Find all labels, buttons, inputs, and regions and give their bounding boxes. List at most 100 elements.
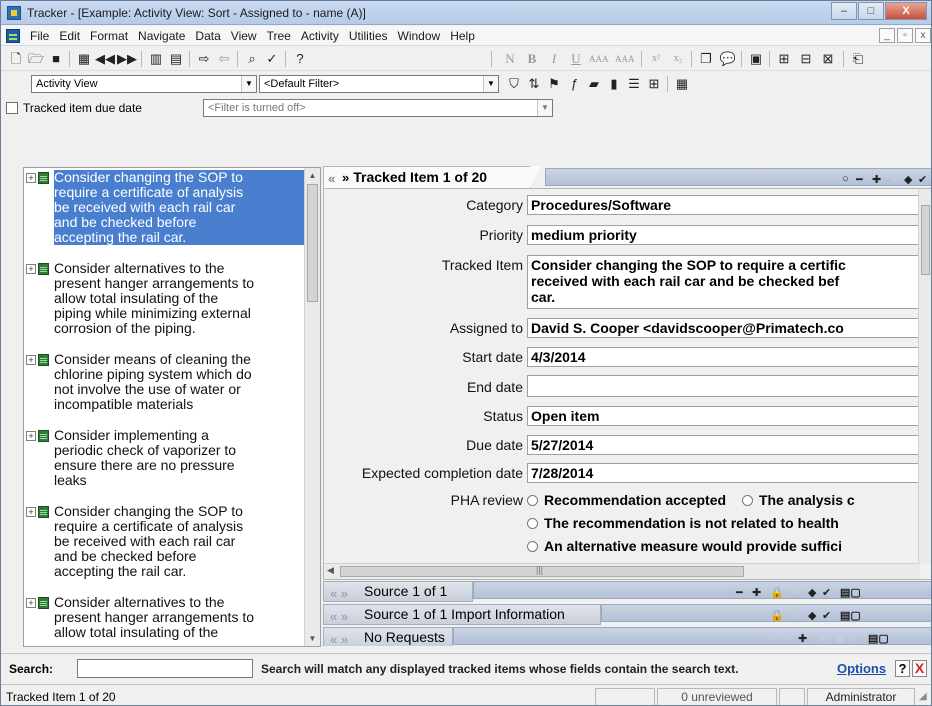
child-close-button[interactable]: x bbox=[915, 28, 931, 43]
detail-scroll-thumb[interactable] bbox=[921, 205, 930, 275]
chevron-down-icon[interactable]: ▼ bbox=[483, 76, 498, 92]
diamond-icon[interactable]: ◆ bbox=[836, 632, 844, 645]
tree-scrollbar[interactable]: ▲ ▼ bbox=[304, 168, 320, 646]
priority-field[interactable]: medium priority bbox=[527, 225, 927, 245]
expand-icon[interactable]: + bbox=[26, 264, 36, 274]
help-pointer-icon[interactable]: ? bbox=[291, 50, 309, 68]
tree-view-icon[interactable]: ▦ bbox=[75, 50, 93, 68]
add-icon[interactable]: ✚ bbox=[872, 173, 881, 186]
expand-icon[interactable]: + bbox=[26, 598, 36, 608]
superscript-icon[interactable]: x² bbox=[647, 50, 665, 68]
menu-tree[interactable]: Tree bbox=[262, 29, 296, 43]
spell-check-icon[interactable]: ✓ bbox=[263, 50, 281, 68]
export-icon[interactable]: ⎗ bbox=[849, 50, 867, 68]
grid-icon[interactable]: ⊞ bbox=[645, 75, 663, 93]
lock-icon[interactable]: 🔒 bbox=[770, 586, 784, 599]
remove-icon[interactable]: ━ bbox=[856, 173, 863, 186]
star-icon[interactable]: ★ bbox=[790, 609, 800, 622]
print-preview-icon[interactable]: ▤ bbox=[167, 50, 185, 68]
pha-radio-alternative[interactable] bbox=[527, 541, 538, 552]
gantt-icon[interactable]: ☰ bbox=[625, 75, 643, 93]
tracked-item-tree[interactable]: + Consider changing the SOP to require a… bbox=[23, 167, 321, 647]
checkmark-icon[interactable]: ✔ bbox=[822, 586, 831, 599]
detail-vertical-scrollbar[interactable] bbox=[918, 189, 931, 563]
expand-icon[interactable]: + bbox=[26, 173, 36, 183]
open-folder-icon[interactable]: 🗁 bbox=[27, 50, 45, 68]
resize-grip-icon[interactable]: ◢ bbox=[919, 691, 927, 702]
star-icon[interactable]: ★ bbox=[790, 586, 800, 599]
expand-icon[interactable]: + bbox=[26, 431, 36, 441]
minimize-button[interactable]: – bbox=[831, 2, 857, 20]
view-select[interactable]: Activity View ▼ bbox=[31, 75, 257, 93]
menu-utilities[interactable]: Utilities bbox=[344, 29, 393, 43]
diamond-icon[interactable]: ◆ bbox=[808, 609, 816, 622]
menu-edit[interactable]: Edit bbox=[54, 29, 85, 43]
star-icon[interactable]: ★ bbox=[890, 173, 900, 186]
layout-icon[interactable]: ▤▢ bbox=[868, 632, 889, 645]
category-field[interactable]: Procedures/Software bbox=[527, 195, 927, 215]
close-search-button[interactable]: X bbox=[912, 660, 927, 677]
report-icon[interactable]: ▣ bbox=[747, 50, 765, 68]
flag-icon[interactable]: ⚑ bbox=[545, 75, 563, 93]
spreadsheet-icon[interactable]: ▦ bbox=[673, 75, 691, 93]
search-input[interactable] bbox=[77, 659, 253, 678]
filter-icon[interactable]: ⛉ bbox=[505, 75, 523, 93]
layout-icon[interactable]: ▤▢ bbox=[840, 609, 861, 622]
pha-radio-analysis[interactable] bbox=[741, 495, 753, 506]
italic-icon[interactable]: I bbox=[545, 50, 563, 68]
subscript-icon[interactable]: x₂ bbox=[669, 50, 687, 68]
document-icon[interactable] bbox=[6, 29, 20, 43]
menu-view[interactable]: View bbox=[226, 29, 262, 43]
pha-radio-accepted[interactable] bbox=[527, 495, 538, 506]
maximize-button[interactable]: □ bbox=[858, 2, 884, 20]
highlight-icon[interactable]: ▰ bbox=[585, 75, 603, 93]
chevron-down-icon[interactable]: ▼ bbox=[537, 100, 552, 116]
date-filter-select[interactable]: <Filter is turned off> ▼ bbox=[203, 99, 553, 117]
comment-icon[interactable]: 💬 bbox=[719, 50, 737, 68]
tree-scroll-thumb[interactable] bbox=[307, 184, 318, 302]
grow-font-icon[interactable]: AAA bbox=[589, 50, 609, 68]
chevron-down-icon[interactable]: ▼ bbox=[241, 76, 256, 92]
add-icon[interactable]: ✚ bbox=[798, 632, 807, 645]
link-node-icon[interactable]: ⊠ bbox=[819, 50, 837, 68]
remove-icon[interactable]: ━ bbox=[782, 632, 789, 645]
due-date-field[interactable]: 5/27/2014 bbox=[527, 435, 927, 455]
scroll-up-icon[interactable]: ▲ bbox=[305, 168, 320, 183]
lock-icon[interactable]: 🔒 bbox=[770, 609, 784, 622]
circle-icon[interactable]: ○ bbox=[842, 173, 849, 185]
status-field[interactable]: Open item bbox=[527, 406, 927, 426]
menu-navigate[interactable]: Navigate bbox=[133, 29, 190, 43]
search-options-link[interactable]: Options bbox=[837, 661, 886, 676]
end-date-field[interactable] bbox=[527, 375, 927, 397]
due-date-checkbox[interactable] bbox=[6, 102, 18, 114]
checkmark-icon[interactable]: ✔ bbox=[918, 173, 927, 186]
assigned-to-field[interactable]: David S. Cooper <davidscooper@Primatech.… bbox=[527, 318, 927, 338]
sort-icon[interactable]: ⇅ bbox=[525, 75, 543, 93]
menu-help[interactable]: Help bbox=[445, 29, 480, 43]
menu-format[interactable]: Format bbox=[85, 29, 133, 43]
chart-icon[interactable]: ▮ bbox=[605, 75, 623, 93]
expand-icon[interactable]: + bbox=[26, 507, 36, 517]
circle-icon[interactable]: ○ bbox=[768, 632, 775, 644]
close-window-button[interactable]: X bbox=[885, 2, 927, 20]
back-arrow-icon[interactable]: ⇦ bbox=[215, 50, 233, 68]
detail-horizontal-scrollbar[interactable]: ◀ ||| bbox=[324, 563, 920, 579]
filter-select[interactable]: <Default Filter> ▼ bbox=[259, 75, 499, 93]
formula-icon[interactable]: ƒ bbox=[565, 75, 583, 93]
font-normal-icon[interactable]: N bbox=[501, 50, 519, 68]
scroll-down-icon[interactable]: ▼ bbox=[305, 631, 320, 646]
menu-activity[interactable]: Activity bbox=[296, 29, 344, 43]
next-icon[interactable]: ▶▶ bbox=[117, 50, 137, 68]
tracked-item-field[interactable]: Consider changing the SOP to require a c… bbox=[527, 255, 927, 309]
pha-radio-not-related[interactable] bbox=[527, 518, 538, 529]
menu-data[interactable]: Data bbox=[190, 29, 225, 43]
search-help-button[interactable]: ? bbox=[895, 660, 910, 677]
new-file-icon[interactable]: 🗋 bbox=[7, 50, 25, 68]
collapse-chevron-icon[interactable]: « bbox=[328, 169, 335, 189]
previous-icon[interactable]: ◀◀ bbox=[95, 50, 115, 68]
child-minimize-button[interactable]: _ bbox=[879, 28, 895, 43]
diamond-icon[interactable]: ◆ bbox=[808, 586, 816, 599]
menu-file[interactable]: File bbox=[25, 29, 54, 43]
checkmark-icon[interactable]: ✔ bbox=[822, 609, 831, 622]
add-icon[interactable]: ✚ bbox=[752, 586, 761, 599]
